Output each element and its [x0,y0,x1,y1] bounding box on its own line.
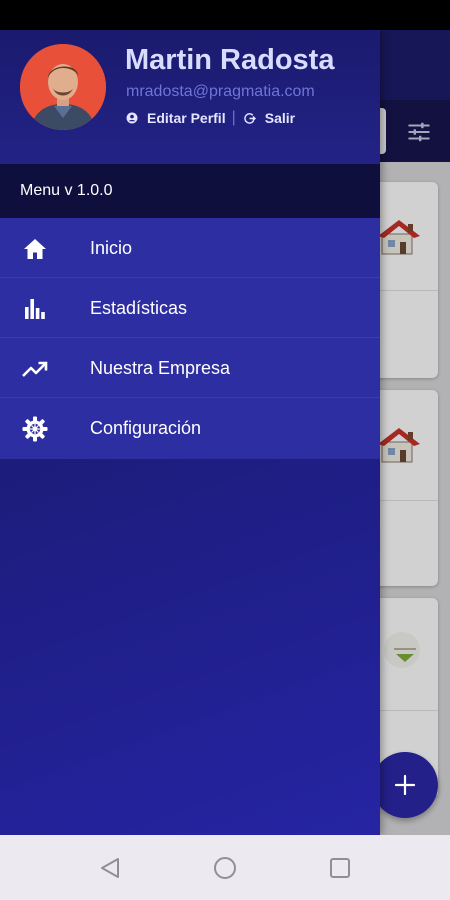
avatar[interactable] [20,44,106,130]
recents-square-icon[interactable] [325,853,355,883]
menu-version: Menu v 1.0.0 [0,164,380,218]
profile-photo [20,44,106,130]
account-circle-icon [126,112,138,124]
menu-item-label: Nuestra Empresa [90,358,231,378]
user-email: mradosta@pragmatia.com [126,83,315,100]
menu-item-inicio[interactable]: Inicio [0,218,380,278]
home-icon [22,236,48,262]
logout-button[interactable]: Salir [243,110,295,126]
menu-item-nuestra-empresa[interactable]: Nuestra Empresa [0,338,380,398]
menu-item-label: Inicio [90,238,133,258]
trending-up-icon [22,356,48,382]
menu-item-label: Configuración [90,418,202,438]
logout-icon [243,112,256,124]
back-triangle-icon[interactable] [96,853,126,883]
plus-icon [394,774,416,796]
status-bar [0,0,450,30]
actions-separator: | [231,109,236,126]
menu-item-estadisticas[interactable]: Estadísticas [0,278,380,338]
add-button[interactable] [372,752,438,818]
logout-label: Salir [264,110,296,126]
edit-profile-label: Editar Perfil [147,110,226,126]
menu-item-configuracion[interactable]: Configuración [0,398,380,458]
system-navigation-bar [0,835,450,900]
navigation-drawer: Martin Radosta mradosta@pragmatia.com Ed… [0,30,380,835]
user-name: Martin Radosta [125,44,335,76]
gear-icon [22,416,48,442]
drawer-header: Martin Radosta mradosta@pragmatia.com Ed… [0,30,380,164]
edit-profile-button[interactable]: Editar Perfil [126,110,226,126]
bar-chart-icon [22,296,48,322]
menu-item-label: Estadísticas [90,298,188,318]
drawer-menu: Inicio Estadísticas Nuestra Empresa Conf… [0,218,380,459]
profile-actions: Editar Perfil | Salir [126,108,295,128]
home-circle-icon[interactable] [210,853,240,883]
